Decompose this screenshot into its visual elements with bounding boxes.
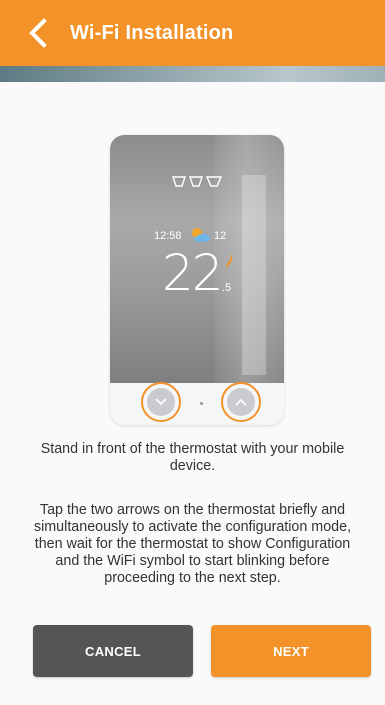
thermostat-screen: 12:58 12 22 .5 — [110, 135, 284, 383]
outdoor-temperature: 12 — [214, 230, 227, 242]
chevron-left-icon — [29, 18, 47, 48]
chevron-up-icon — [235, 398, 247, 406]
thermostat-up-arrow — [221, 382, 261, 422]
header-banner-strip — [0, 66, 385, 82]
thermostat-illustration: 12:58 12 22 .5 — [110, 135, 284, 425]
instruction-stand: Stand in front of the thermostat with yo… — [40, 441, 345, 474]
temperature-decimal: .5 — [222, 282, 232, 294]
page-title: Wi-Fi Installation — [70, 22, 234, 44]
chevron-down-icon — [155, 398, 167, 406]
back-button[interactable] — [20, 15, 56, 51]
app-header: Wi-Fi Installation — [0, 0, 385, 66]
partly-cloudy-icon — [192, 228, 210, 242]
flame-icon — [226, 254, 232, 270]
next-button[interactable]: NEXT — [211, 625, 371, 677]
mode-icons — [172, 176, 222, 187]
instruction-tap-arrows: Tap the two arrows on the thermostat bri… — [33, 502, 352, 586]
separator-dot — [200, 402, 203, 405]
thermostat-down-arrow — [141, 382, 181, 422]
current-temperature: 22 — [162, 244, 224, 302]
thermostat-clock: 12:58 — [154, 230, 182, 242]
cancel-button[interactable]: CANCEL — [33, 625, 193, 677]
